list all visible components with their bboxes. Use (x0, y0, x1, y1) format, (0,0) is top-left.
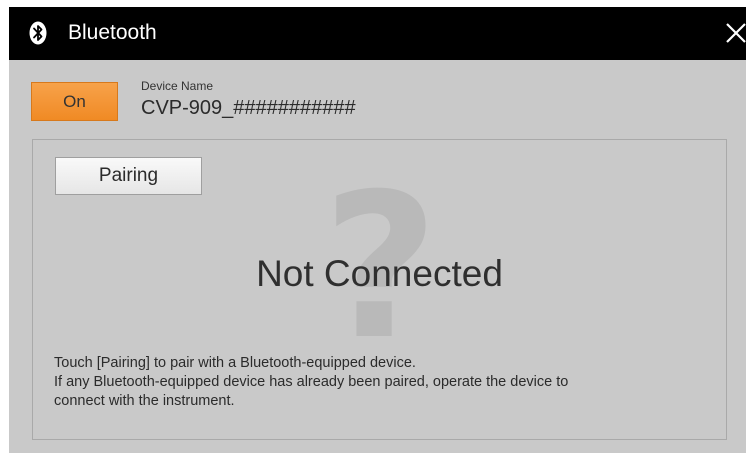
help-line-3: connect with the instrument. (54, 393, 235, 409)
title-bar: Bluetooth (9, 7, 746, 60)
bluetooth-on-button[interactable]: On (31, 82, 118, 121)
window-title: Bluetooth (68, 21, 157, 44)
close-icon[interactable] (723, 20, 746, 46)
device-name-value: CVP-909_########### (141, 97, 356, 119)
pairing-panel: ? Pairing Not Connected Touch [Pairing] … (32, 139, 727, 440)
connection-status: Not Connected (256, 253, 503, 294)
bluetooth-icon (29, 21, 47, 45)
help-line-2: If any Bluetooth-equipped device has alr… (54, 374, 569, 390)
device-name-label: Device Name (141, 79, 214, 93)
device-row: On Device Name CVP-909_########### (9, 60, 746, 138)
bluetooth-dialog: Bluetooth On Device Name CVP-909_#######… (9, 7, 746, 453)
pairing-help-text: Touch [Pairing] to pair with a Bluetooth… (54, 354, 714, 411)
pairing-button[interactable]: Pairing (55, 157, 202, 195)
help-line-1: Touch [Pairing] to pair with a Bluetooth… (54, 355, 416, 371)
